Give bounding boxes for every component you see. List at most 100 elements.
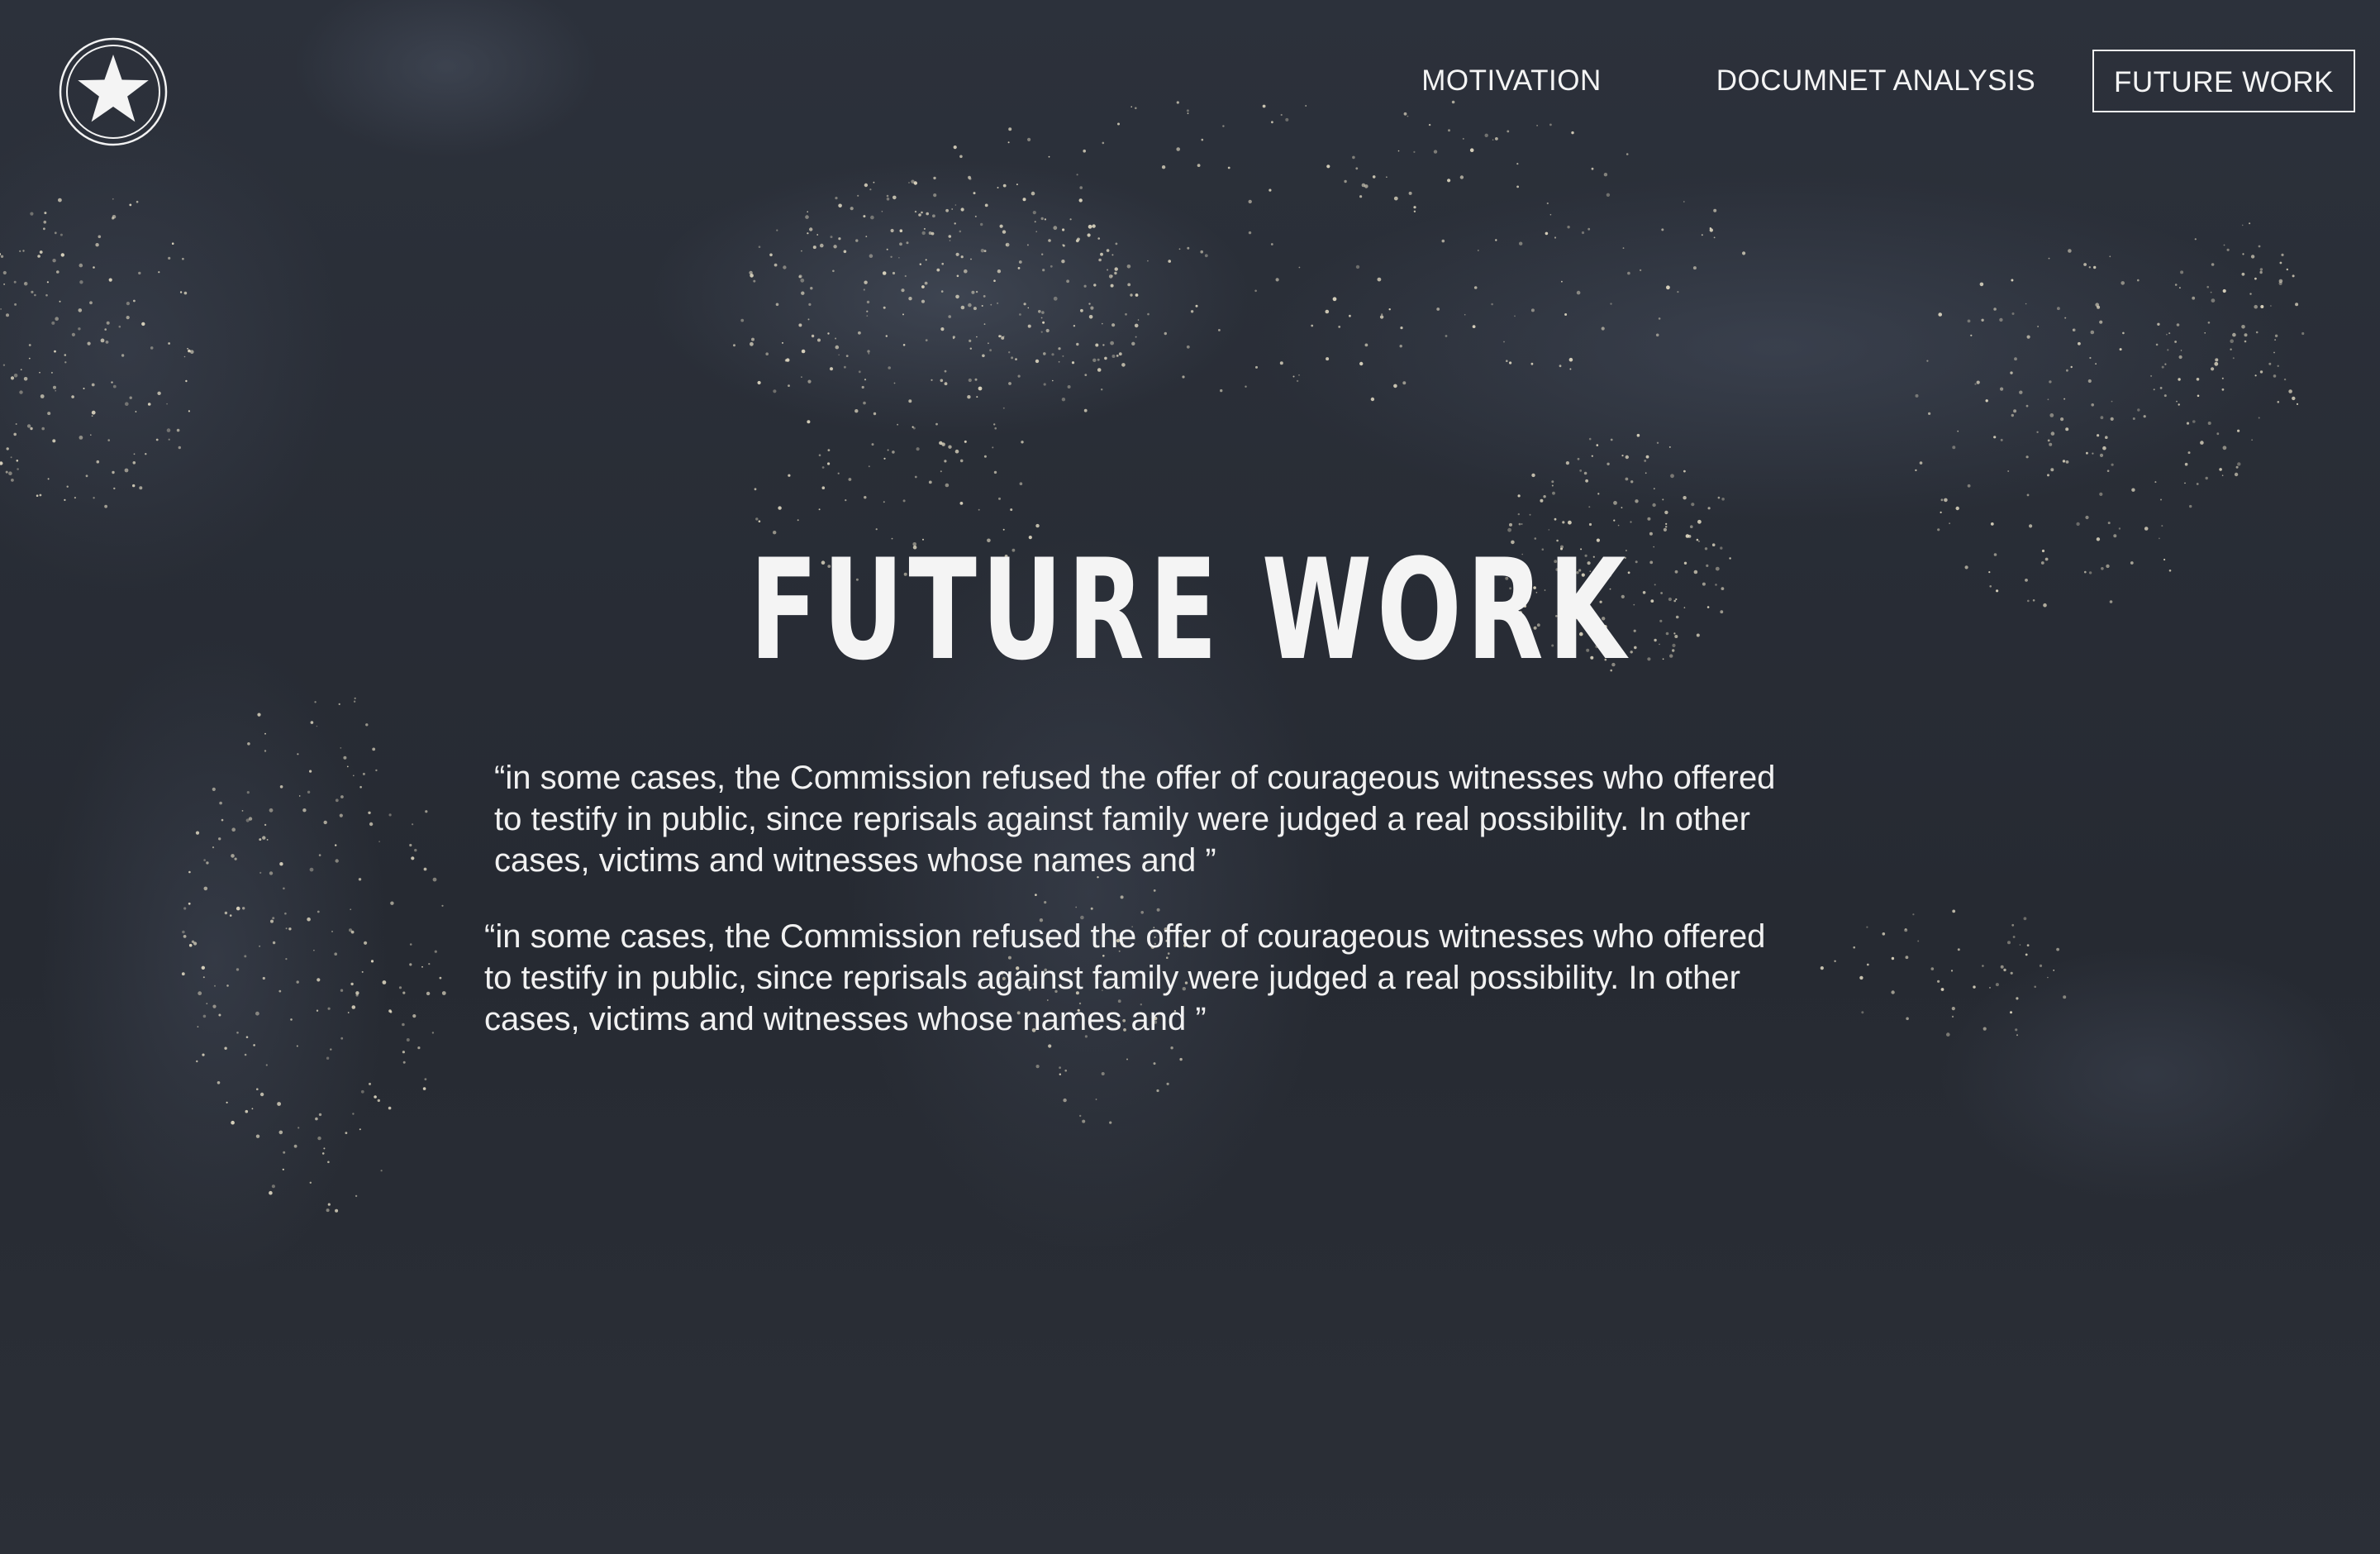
city-light-dot [365,723,369,727]
nav-item-document-analysis[interactable]: DOCUMNET ANALYSIS [1711,50,2041,112]
city-light-dot [1506,360,1508,363]
city-light-dot [255,1134,260,1138]
city-light-dot [2268,362,2272,365]
city-light-dot [185,379,188,383]
city-light-dot [353,775,355,777]
city-light-dot [307,917,311,922]
city-light-dot [206,861,209,865]
city-light-dot [1683,201,1685,203]
city-light-dot [935,422,938,426]
city-light-dot [183,907,187,910]
city-light-dot [1567,226,1570,229]
city-light-dot [132,484,136,488]
city-light-dot [1981,318,1984,322]
city-light-dot [355,991,359,995]
city-light-dot [202,1014,207,1018]
city-light-dot [417,1046,421,1050]
city-light-dot [2047,474,2049,477]
city-light-dot [78,327,81,331]
city-light-dot [864,379,867,381]
city-light-dot [271,1185,275,1189]
nav-item-motivation[interactable]: MOTIVATION [1405,50,1618,112]
city-light-dot [949,240,951,241]
city-light-dot [940,379,944,383]
city-light-dot [939,441,943,446]
city-light-dot [2283,378,2287,381]
city-light-dot [867,350,870,353]
city-light-dot [797,519,799,522]
city-light-dot [214,984,216,987]
city-light-dot [1915,393,1919,398]
city-light-dot [940,327,945,331]
city-light-dot [936,268,940,272]
city-light-dot [1107,269,1109,271]
city-light-dot [1588,522,1592,527]
city-light-dot [807,379,812,384]
city-light-dot [1114,271,1117,275]
city-light-dot [1973,985,1976,989]
city-light-dot [2166,333,2168,336]
city-light-dot [897,423,898,426]
city-light-dot [19,390,23,394]
city-light-dot [1413,150,1416,153]
city-light-dot [321,1152,325,1155]
city-light-dot [2159,387,2163,389]
city-light-dot [1585,479,1588,483]
city-light-dot [1626,153,1629,155]
city-light-dot [1156,908,1160,912]
city-light-dot [1195,304,1198,307]
city-light-dot [890,255,892,258]
city-light-dot [2278,279,2283,284]
city-light-dot [1032,211,1036,215]
city-light-dot [2301,331,2305,336]
city-light-dot [1517,494,1521,498]
city-light-dot [2014,357,2017,361]
city-light-dot [2241,272,2245,276]
city-light-dot [226,1101,228,1104]
city-light-dot [1067,385,1071,388]
city-light-dot [1045,328,1050,333]
city-light-dot [182,930,185,934]
city-light-dot [1721,498,1725,501]
city-light-dot [2295,303,2299,307]
city-light-dot [941,262,944,265]
city-light-dot [2000,387,2004,391]
city-light-dot [2249,222,2251,225]
city-light-dot [2164,363,2167,365]
city-light-dot [310,721,314,724]
city-light-dot [805,215,809,219]
city-light-dot [0,461,3,465]
nav-item-future-work[interactable]: FUTURE WORK [2092,50,2355,112]
city-light-dot [1093,284,1097,287]
city-light-dot [2060,417,2064,422]
city-light-dot [1090,907,1093,910]
city-light-dot [2000,438,2003,441]
city-light-dot [1002,230,1007,234]
city-light-dot [892,271,896,275]
city-light-dot [904,274,907,278]
city-light-dot [2013,409,2017,413]
city-light-dot [1447,179,1451,183]
city-light-dot [833,245,837,249]
city-light-dot [242,907,245,910]
city-light-dot [1092,224,1096,228]
city-light-dot [30,212,34,216]
city-light-dot [326,1208,330,1213]
city-light-dot [1377,277,1382,282]
city-light-dot [1940,988,1944,991]
city-light-dot [121,354,125,357]
city-light-dot [409,963,412,966]
city-light-dot [1940,498,1944,502]
city-light-dot [346,765,349,768]
city-light-dot [212,846,215,849]
city-light-dot [13,374,18,378]
city-light-dot [124,468,129,473]
city-light-dot [2237,462,2241,466]
city-light-dot [2102,446,2106,450]
city-light-dot [402,1022,405,1027]
city-light-dot [1344,179,1347,184]
city-light-dot [47,478,50,480]
city-light-dot [2178,378,2181,381]
city-light-dot [1097,237,1100,240]
city-light-dot [390,901,394,905]
